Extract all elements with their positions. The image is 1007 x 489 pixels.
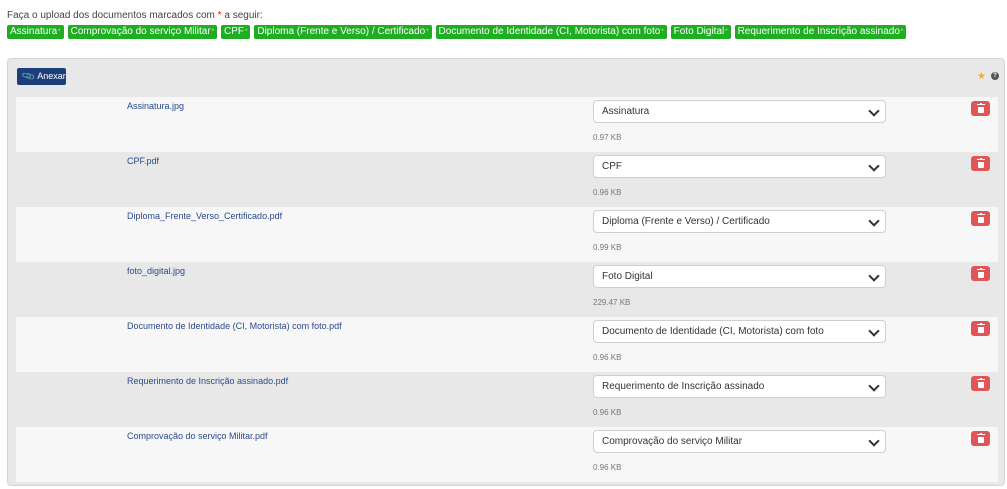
trash-icon xyxy=(976,432,985,443)
badge-label: Requerimento de Inscrição assinado xyxy=(737,26,900,37)
document-type-select[interactable]: Assinatura xyxy=(593,100,886,123)
select-value: Documento de Identidade (CI, Motorista) … xyxy=(602,326,824,337)
badge-marker: * xyxy=(426,29,429,35)
select-value: Diploma (Frente e Verso) / Certificado xyxy=(602,216,770,227)
attachments-panel: 📎 Anexar ★ ? Assinatura.jpg Assinatura 0… xyxy=(7,58,1005,486)
file-name-link[interactable]: Comprovação do serviço Militar.pdf xyxy=(127,431,268,441)
delete-file-button[interactable] xyxy=(971,211,990,226)
file-name-link[interactable]: Requerimento de Inscrição assinado.pdf xyxy=(127,376,288,386)
attachment-row: Comprovação do serviço Militar.pdf Compr… xyxy=(16,427,998,482)
delete-file-button[interactable] xyxy=(971,266,990,281)
trash-icon xyxy=(976,102,985,113)
file-size: 229.47 KB xyxy=(593,298,631,307)
file-name-link[interactable]: Documento de Identidade (CI, Motorista) … xyxy=(127,321,342,331)
badge-label: Diploma (Frente e Verso) / Certificado xyxy=(257,26,426,37)
badge-marker: * xyxy=(900,29,904,35)
required-documents-list: Assinatura* Comprovação do serviço Milit… xyxy=(7,25,907,39)
file-size: 0.96 KB xyxy=(593,408,622,417)
document-type-select[interactable]: Comprovação do serviço Militar xyxy=(593,430,886,453)
paperclip-icon: 📎 xyxy=(21,68,36,84)
attachment-row: CPF.pdf CPF 0.96 KB xyxy=(16,152,998,207)
select-value: Assinatura xyxy=(602,106,650,117)
file-size: 0.96 KB xyxy=(593,353,622,362)
badge-marker: * xyxy=(661,29,664,35)
file-size: 0.96 KB xyxy=(593,188,622,197)
attachment-row: Documento de Identidade (CI, Motorista) … xyxy=(16,317,998,372)
badge-marker: * xyxy=(725,29,728,35)
badge-marker: * xyxy=(58,29,61,35)
star-icon[interactable]: ★ xyxy=(977,71,986,82)
attachment-row: Requerimento de Inscrição assinado.pdf R… xyxy=(16,372,998,427)
chevron-down-icon xyxy=(868,160,880,172)
required-badge: CPF* xyxy=(221,25,251,39)
badge-label: Foto Digital xyxy=(673,26,725,37)
delete-file-button[interactable] xyxy=(971,101,990,116)
instructions-text-end: a seguir: xyxy=(221,10,263,21)
required-badge: Comprovação do serviço Militar* xyxy=(67,25,217,39)
attach-button[interactable]: 📎 Anexar xyxy=(17,68,66,85)
chevron-down-icon xyxy=(868,270,880,282)
attachment-row: foto_digital.jpg Foto Digital 229.47 KB xyxy=(16,262,998,317)
select-value: Comprovação do serviço Militar xyxy=(602,436,743,447)
file-name-link[interactable]: Assinatura.jpg xyxy=(127,101,184,111)
required-badge: Requerimento de Inscrição assinado* xyxy=(734,25,907,39)
document-type-select[interactable]: CPF xyxy=(593,155,886,178)
select-value: Foto Digital xyxy=(602,271,653,282)
file-name-link[interactable]: foto_digital.jpg xyxy=(127,266,185,276)
required-badge: Documento de Identidade (CI, Motorista) … xyxy=(435,25,667,39)
trash-icon xyxy=(976,377,985,388)
select-value: CPF xyxy=(602,161,622,172)
required-badge: Diploma (Frente e Verso) / Certificado* xyxy=(254,25,432,39)
badge-marker: * xyxy=(211,29,214,35)
required-badge: Foto Digital* xyxy=(670,25,731,39)
instructions-text: Faça o upload dos documentos marcados co… xyxy=(7,10,218,21)
file-size: 0.97 KB xyxy=(593,133,622,142)
badge-label: Comprovação do serviço Militar xyxy=(70,26,211,37)
trash-icon xyxy=(976,322,985,333)
chevron-down-icon xyxy=(868,380,880,392)
chevron-down-icon xyxy=(868,105,880,117)
delete-file-button[interactable] xyxy=(971,431,990,446)
document-type-select[interactable]: Diploma (Frente e Verso) / Certificado xyxy=(593,210,886,233)
attach-label: Anexar xyxy=(37,71,66,81)
select-value: Requerimento de Inscrição assinado xyxy=(602,381,765,392)
delete-file-button[interactable] xyxy=(971,376,990,391)
trash-icon xyxy=(976,212,985,223)
chevron-down-icon xyxy=(868,435,880,447)
document-type-select[interactable]: Requerimento de Inscrição assinado xyxy=(593,375,886,398)
badge-marker: * xyxy=(245,29,248,35)
chevron-down-icon xyxy=(868,325,880,337)
delete-file-button[interactable] xyxy=(971,156,990,171)
upload-instructions: Faça o upload dos documentos marcados co… xyxy=(7,10,263,21)
chevron-down-icon xyxy=(868,215,880,227)
badge-label: Documento de Identidade (CI, Motorista) … xyxy=(438,26,661,37)
required-badge: Assinatura* xyxy=(7,25,64,39)
document-type-select[interactable]: Foto Digital xyxy=(593,265,886,288)
help-icon[interactable]: ? xyxy=(991,72,999,80)
badge-label: CPF xyxy=(224,26,244,37)
file-size: 0.99 KB xyxy=(593,243,622,252)
trash-icon xyxy=(976,267,985,278)
document-type-select[interactable]: Documento de Identidade (CI, Motorista) … xyxy=(593,320,886,343)
attachment-list: Assinatura.jpg Assinatura 0.97 KB CPF.pd… xyxy=(16,97,998,482)
trash-icon xyxy=(976,157,985,168)
badge-label: Assinatura xyxy=(10,26,58,37)
attachment-row: Diploma_Frente_Verso_Certificado.pdf Dip… xyxy=(16,207,998,262)
delete-file-button[interactable] xyxy=(971,321,990,336)
attachment-row: Assinatura.jpg Assinatura 0.97 KB xyxy=(16,97,998,152)
file-name-link[interactable]: CPF.pdf xyxy=(127,156,159,166)
file-size: 0.96 KB xyxy=(593,463,622,472)
file-name-link[interactable]: Diploma_Frente_Verso_Certificado.pdf xyxy=(127,211,282,221)
